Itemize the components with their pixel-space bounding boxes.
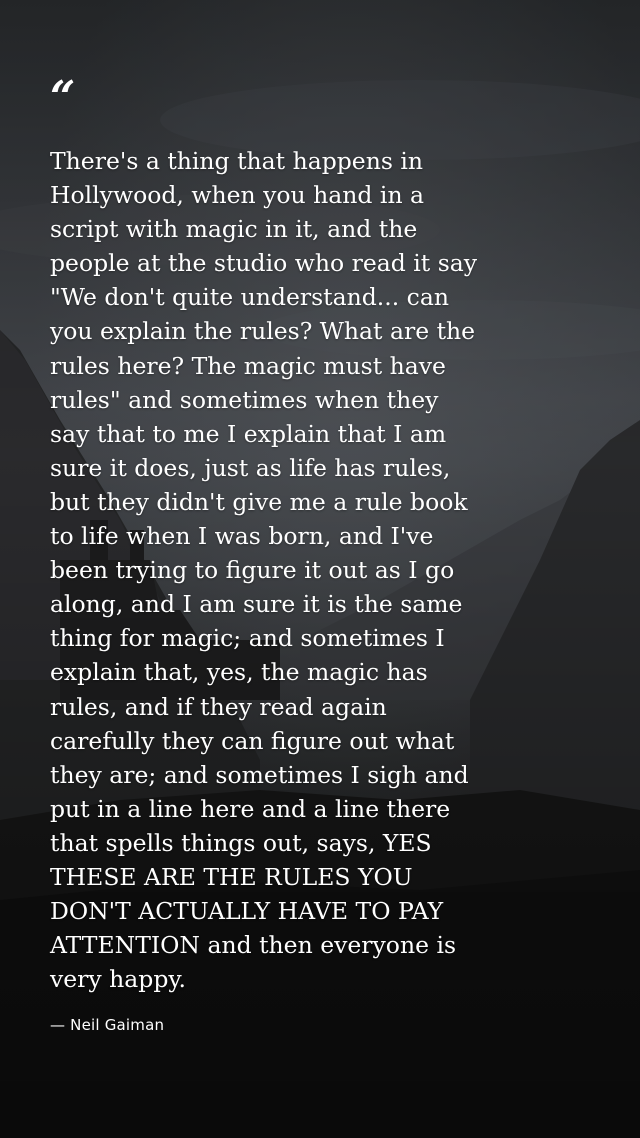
open-quote-icon: “	[50, 72, 75, 123]
quote-author: — Neil Gaiman	[50, 1016, 165, 1034]
quote-text: There's a thing that happens in Hollywoo…	[50, 147, 478, 994]
